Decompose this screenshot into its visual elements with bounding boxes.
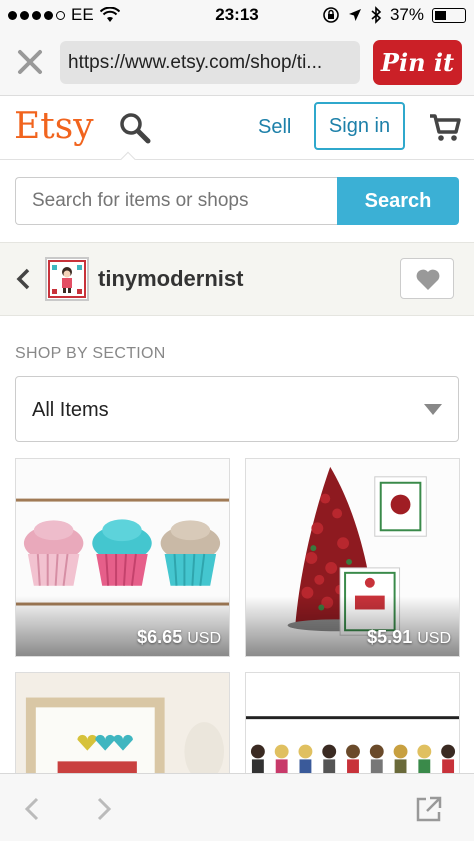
listing-card[interactable] <box>15 672 230 782</box>
search-icon[interactable] <box>118 111 152 145</box>
sell-link[interactable]: Sell <box>258 116 291 139</box>
sign-in-button[interactable]: Sign in <box>314 102 405 150</box>
listing-card[interactable] <box>245 672 460 782</box>
browser-toolbar <box>0 773 474 841</box>
etsy-logo[interactable]: Etsy <box>14 106 94 147</box>
listing-image <box>16 673 229 781</box>
listing-image <box>246 673 459 781</box>
shop-header: tinymodernist <box>0 242 474 316</box>
rotation-lock-icon <box>323 7 339 23</box>
forward-arrow-icon[interactable] <box>88 794 118 824</box>
battery-percent: 37% <box>389 5 424 24</box>
listing-price: $6.65 USD <box>137 627 221 647</box>
browser-bar: https://www.etsy.com/shop/ti... Pin it <box>0 30 474 96</box>
search-input[interactable] <box>15 177 337 225</box>
battery-icon <box>432 7 466 23</box>
listing-card[interactable]: $6.65 USD <box>15 458 230 657</box>
section-selected-value: All Items <box>32 399 109 421</box>
open-external-icon[interactable] <box>414 794 444 824</box>
shop-name[interactable]: tinymodernist <box>98 266 243 292</box>
favorite-shop-button[interactable] <box>400 258 454 299</box>
pinit-button[interactable]: Pin it <box>373 40 462 85</box>
section-select[interactable]: All Items <box>15 376 459 442</box>
location-arrow-icon <box>348 9 361 21</box>
status-bar: EE 23:13 37% <box>0 0 474 30</box>
listing-price: $5.91 USD <box>367 627 451 647</box>
search-button[interactable]: Search <box>337 177 459 225</box>
back-arrow-icon[interactable] <box>18 794 48 824</box>
section-heading: SHOP BY SECTION <box>15 345 166 362</box>
bluetooth-icon <box>371 6 382 24</box>
cart-icon[interactable] <box>428 110 462 144</box>
shop-avatar <box>45 257 89 301</box>
chevron-left-icon[interactable] <box>14 267 34 291</box>
listing-card[interactable]: $5.91 USD <box>245 458 460 657</box>
close-icon[interactable] <box>12 44 48 80</box>
url-field[interactable]: https://www.etsy.com/shop/ti... <box>60 41 360 84</box>
heart-icon <box>416 269 440 290</box>
search-bar: Search <box>0 160 474 242</box>
site-header: Etsy Sell Sign in <box>0 96 474 160</box>
status-icons: 37% <box>322 5 466 25</box>
caret-down-icon <box>424 404 442 415</box>
